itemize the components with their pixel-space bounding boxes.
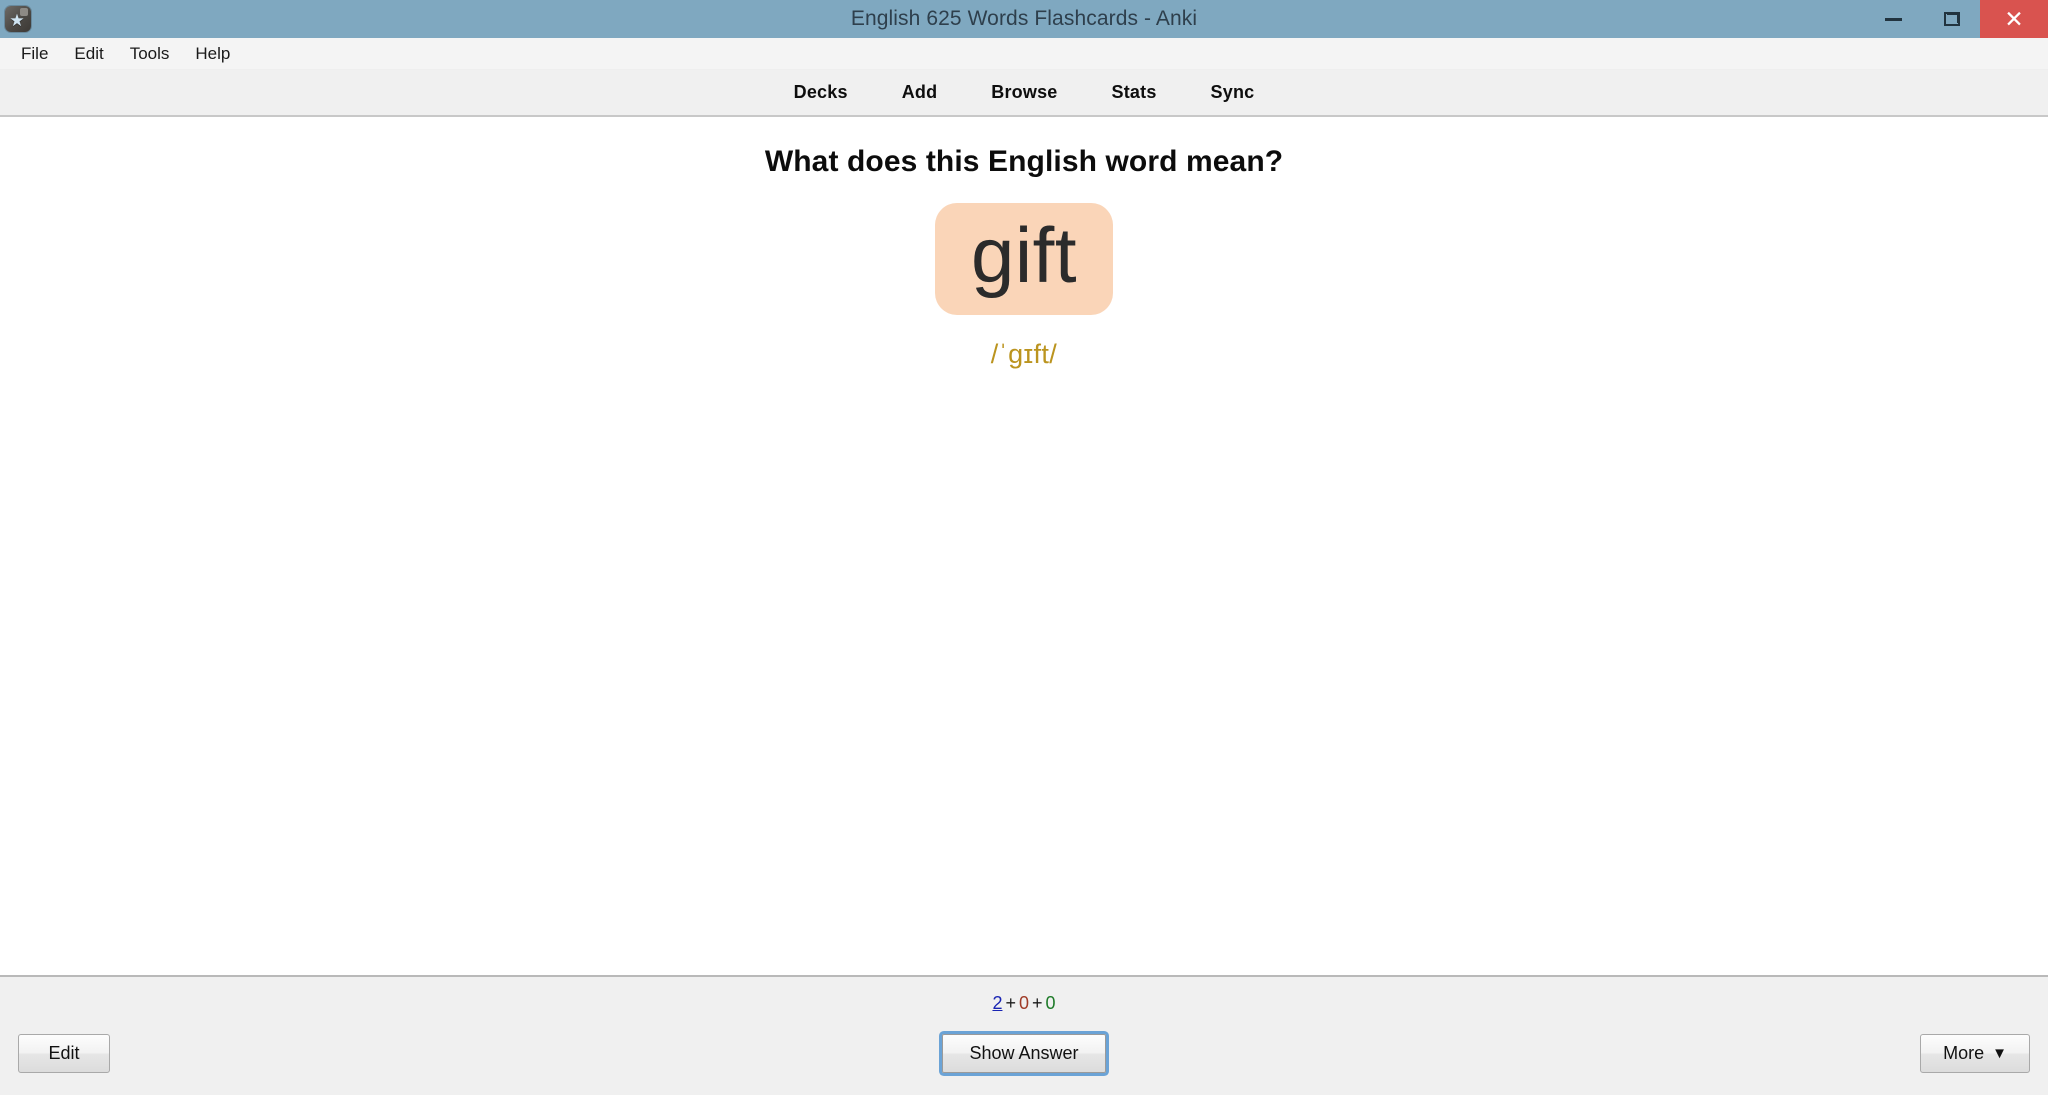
toolbar-item-browse[interactable]: Browse bbox=[985, 79, 1063, 106]
menu-item-help[interactable]: Help bbox=[182, 40, 243, 68]
close-icon: ✕ bbox=[2004, 5, 2024, 32]
card-counts: 2 +0 +0 bbox=[0, 993, 2048, 1014]
menu-bar: File Edit Tools Help bbox=[0, 38, 2048, 70]
count-separator-2: + bbox=[1032, 993, 1043, 1013]
count-learning: 0 bbox=[1018, 993, 1029, 1013]
more-button-label: More bbox=[1943, 1043, 1985, 1063]
more-button[interactable]: More ▼ bbox=[1920, 1034, 2030, 1073]
menu-item-tools[interactable]: Tools bbox=[117, 40, 183, 68]
chevron-down-icon: ▼ bbox=[1992, 1045, 2007, 1062]
count-new[interactable]: 2 bbox=[992, 993, 1002, 1013]
menu-item-edit[interactable]: Edit bbox=[61, 40, 116, 68]
anki-star-icon: ★ bbox=[9, 11, 25, 30]
menu-item-file[interactable]: File bbox=[8, 40, 61, 68]
window-title: English 625 Words Flashcards - Anki bbox=[850, 7, 1198, 30]
title-bar: ★ English 625 Words Flashcards - Anki ✕ bbox=[0, 0, 2048, 38]
word-chip: gift bbox=[934, 203, 1114, 316]
count-separator-1: + bbox=[1005, 993, 1016, 1013]
card-content-area: What does this English word mean? gift /… bbox=[0, 117, 2048, 975]
toolbar-item-sync[interactable]: Sync bbox=[1205, 79, 1261, 106]
anki-main-window: ★ English 625 Words Flashcards - Anki ✕ … bbox=[0, 0, 2048, 1095]
maximize-restore-button[interactable] bbox=[1922, 0, 1980, 38]
toolbar-item-add[interactable]: Add bbox=[896, 79, 944, 106]
close-button[interactable]: ✕ bbox=[1980, 0, 2048, 38]
toolbar-item-stats[interactable]: Stats bbox=[1106, 79, 1163, 106]
toolbar-item-decks[interactable]: Decks bbox=[788, 79, 854, 106]
bottom-bar: 2 +0 +0 Edit Show Answer More ▼ bbox=[0, 975, 2048, 1095]
restore-icon bbox=[1943, 11, 1960, 26]
card-word-text: gift bbox=[970, 211, 1078, 299]
card-phonetic-text: /ˈɡɪft/ bbox=[990, 339, 1058, 370]
minimize-button[interactable] bbox=[1864, 0, 1922, 38]
app-icon: ★ bbox=[5, 6, 31, 32]
minimize-icon bbox=[1884, 17, 1902, 21]
window-controls: ✕ bbox=[1864, 0, 2048, 38]
show-answer-wrapper: Show Answer bbox=[0, 1034, 2048, 1073]
count-review: 0 bbox=[1045, 993, 1056, 1013]
show-answer-button[interactable]: Show Answer bbox=[942, 1034, 1106, 1073]
card-question-text: What does this English word mean? bbox=[764, 145, 1284, 178]
main-toolbar: Decks Add Browse Stats Sync bbox=[0, 70, 2048, 117]
edit-button[interactable]: Edit bbox=[18, 1034, 110, 1073]
